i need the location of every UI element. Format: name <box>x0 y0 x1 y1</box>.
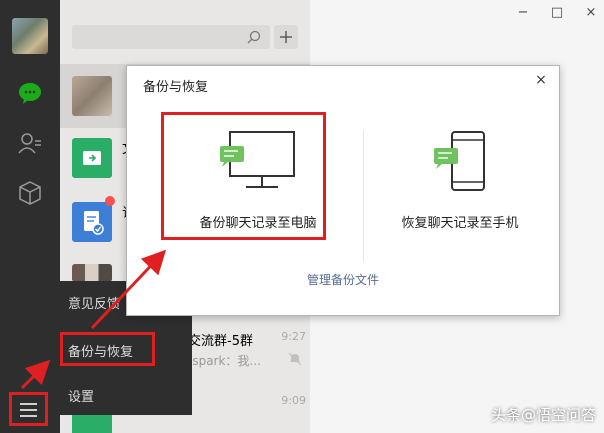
watermark: 头条@悟空问答 <box>490 406 596 424</box>
annotation-arrow <box>20 359 51 390</box>
annotation-arrow <box>90 249 167 330</box>
annotation-arrows <box>20 249 167 390</box>
